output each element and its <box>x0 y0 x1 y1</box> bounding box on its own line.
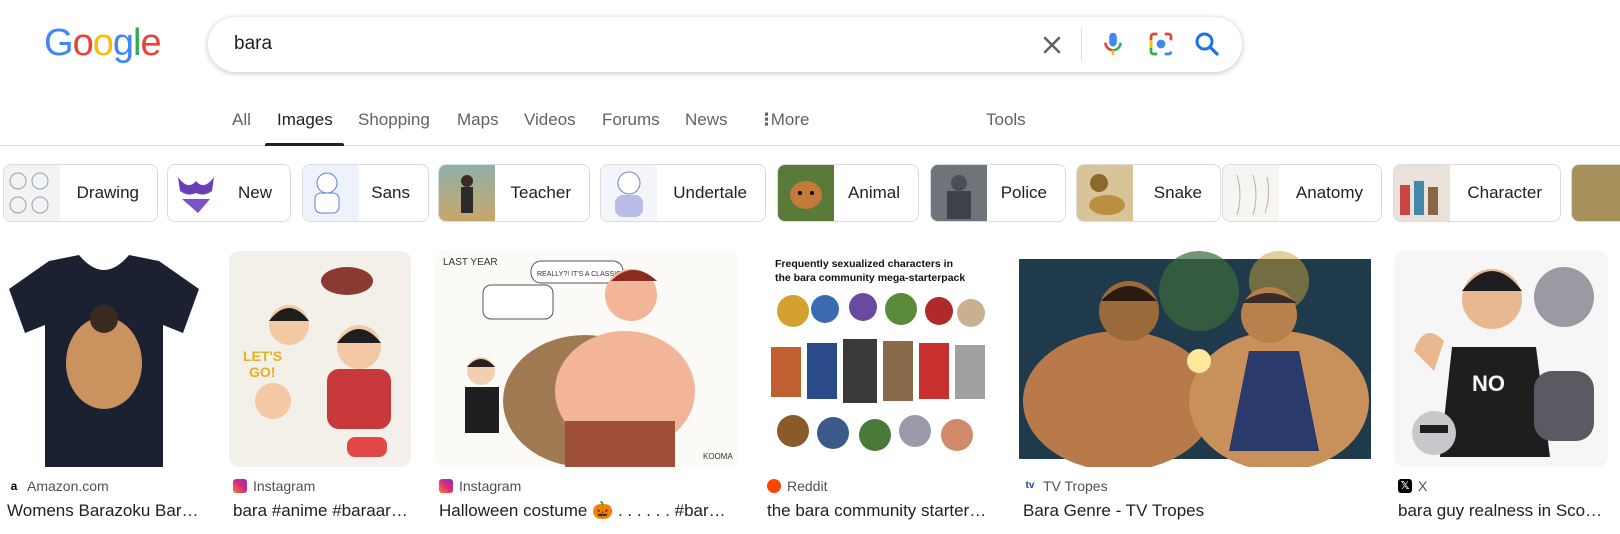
search-tabs: All Images Shopping Maps Videos Forums N… <box>0 100 1620 146</box>
instagram-icon <box>233 479 247 493</box>
reddit-icon <box>767 479 781 493</box>
tab-all[interactable]: All <box>232 110 251 130</box>
google-lens-icon[interactable] <box>1146 29 1176 59</box>
result-source: a Amazon.com <box>7 478 109 494</box>
result-source: Reddit <box>767 478 827 494</box>
result-source: Instagram <box>233 478 315 494</box>
chip-thumbnail <box>303 165 359 221</box>
search-box[interactable]: bara <box>208 17 1242 72</box>
logo-letter: g <box>112 22 134 64</box>
result-title[interactable]: Halloween costume 🎃 . . . . . . #bar… <box>439 501 738 521</box>
chip-label: Anatomy <box>1295 183 1363 202</box>
chip-thumbnail <box>1223 165 1279 221</box>
chip-teacher[interactable]: Teacher <box>438 164 590 222</box>
image-caption: the bara community mega-starterpack <box>775 272 965 284</box>
divider <box>1081 28 1082 61</box>
chip-animal[interactable]: Animal <box>777 164 919 222</box>
refinement-chips: Drawing New Sans Teacher Undertale Anima… <box>0 164 1620 222</box>
image-caption: GO! <box>249 364 275 380</box>
tvtropes-icon: tv <box>1023 479 1037 493</box>
logo-letter: l <box>132 22 142 64</box>
chip-anatomy[interactable]: Anatomy <box>1222 164 1382 222</box>
google-logo[interactable]: Google <box>44 22 162 65</box>
image-caption: LAST YEAR <box>443 257 498 268</box>
tab-videos[interactable]: Videos <box>524 110 576 130</box>
image-caption: REALLY?! IT'S A CLASSIC! <box>537 271 623 278</box>
chip-drawing[interactable]: Drawing <box>3 164 158 222</box>
logo-letter: G <box>44 22 74 64</box>
chip-thumbnail <box>778 165 834 221</box>
image-caption: Frequently sexualized characters in <box>775 258 953 270</box>
search-input[interactable]: bara <box>234 33 272 55</box>
result-source: tv TV Tropes <box>1023 478 1108 494</box>
result-title[interactable]: Bara Genre - TV Tropes <box>1023 501 1371 521</box>
result-title[interactable]: bara #anime #baraar… <box>233 501 411 521</box>
chip-label: Snake <box>1153 183 1202 202</box>
tab-images[interactable]: Images <box>277 110 333 130</box>
chip-label: New <box>237 183 272 202</box>
microphone-icon[interactable] <box>1098 29 1128 59</box>
more-vert-icon: ⋮ <box>758 110 775 129</box>
result-image[interactable]: LET'S GO! <box>229 251 411 467</box>
image-caption: LET'S <box>243 348 282 364</box>
tab-more[interactable]: ⋮ More <box>758 110 809 130</box>
tools-button[interactable]: Tools <box>986 110 1026 130</box>
chip-label: Animal <box>848 183 900 202</box>
chip-thumbnail <box>931 165 987 221</box>
chip-thumbnail <box>601 165 657 221</box>
chip-thumbnail <box>439 165 495 221</box>
tab-forums[interactable]: Forums <box>602 110 660 130</box>
chip-snake[interactable]: Snake <box>1076 164 1221 222</box>
chip-sans[interactable]: Sans <box>302 164 429 222</box>
logo-letter: e <box>140 22 161 64</box>
result-image[interactable]: NO <box>1394 251 1608 467</box>
chip-undertale[interactable]: Undertale <box>600 164 766 222</box>
source-label: X <box>1418 478 1428 494</box>
tab-shopping[interactable]: Shopping <box>358 110 430 130</box>
tab-maps[interactable]: Maps <box>457 110 499 130</box>
chip-partial[interactable] <box>1571 164 1620 222</box>
tab-news[interactable]: News <box>685 110 728 130</box>
chip-police[interactable]: Police <box>930 164 1066 222</box>
logo-letter: o <box>92 22 114 64</box>
source-label: TV Tropes <box>1043 478 1108 494</box>
result-source: 𝕏 X <box>1398 478 1427 494</box>
instagram-icon <box>439 479 453 493</box>
chip-thumbnail <box>1077 165 1133 221</box>
clear-icon[interactable] <box>1038 31 1066 59</box>
chip-thumbnail <box>1572 165 1620 221</box>
chip-label: Undertale <box>673 183 747 202</box>
result-image[interactable]: LAST YEAR REALLY?! IT'S A CLASSIC! KOOMA <box>435 251 738 467</box>
chip-label: Police <box>1000 183 1047 202</box>
result-title[interactable]: the bara community starter… <box>767 501 995 521</box>
result-image[interactable]: Frequently sexualized characters in the … <box>763 251 995 467</box>
chip-character[interactable]: Character <box>1393 164 1561 222</box>
logo-letter: o <box>72 22 94 64</box>
chip-label: Drawing <box>76 183 139 202</box>
result-title[interactable]: Womens Barazoku Bar… <box>7 501 205 521</box>
active-tab-indicator <box>265 143 344 146</box>
source-label: Amazon.com <box>27 478 109 494</box>
chip-new[interactable]: New <box>167 164 291 222</box>
result-title[interactable]: bara guy realness in Sco… <box>1398 501 1608 521</box>
chip-thumbnail <box>168 165 224 221</box>
chip-label: Character <box>1467 183 1542 202</box>
chip-label: Sans <box>371 183 410 202</box>
search-icon[interactable] <box>1192 29 1222 59</box>
result-image[interactable] <box>3 251 205 467</box>
result-image[interactable] <box>1019 251 1371 467</box>
image-caption: KOOMA <box>703 452 733 461</box>
source-label: Instagram <box>459 478 522 494</box>
result-source: Instagram <box>439 478 521 494</box>
x-icon: 𝕏 <box>1398 479 1412 493</box>
tab-more-label: More <box>770 110 810 129</box>
chip-label: Teacher <box>510 183 571 202</box>
source-label: Reddit <box>787 478 828 494</box>
chip-thumbnail <box>4 165 60 221</box>
image-caption: NO <box>1472 371 1505 396</box>
amazon-icon: a <box>7 479 21 493</box>
chip-thumbnail <box>1394 165 1450 221</box>
source-label: Instagram <box>253 478 316 494</box>
